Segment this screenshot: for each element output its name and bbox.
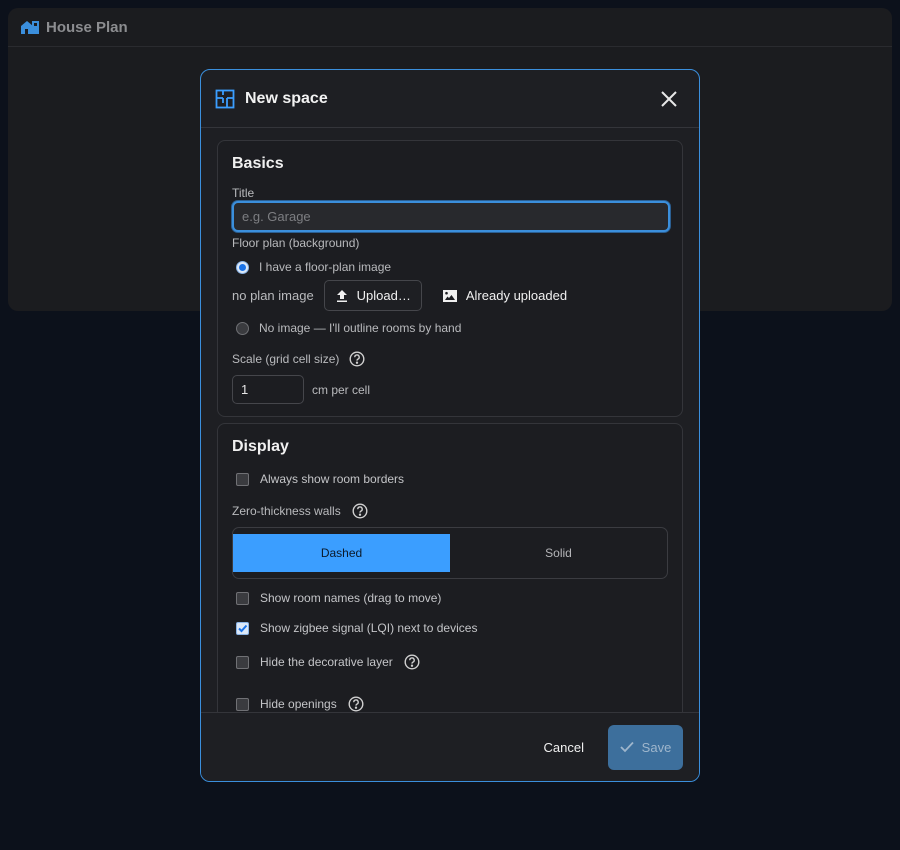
hide-openings-checkbox[interactable] <box>236 697 249 711</box>
check-icon <box>620 741 634 753</box>
zero-walls-label: Zero-thickness walls <box>232 504 341 518</box>
option-image-radio[interactable] <box>236 260 249 274</box>
seg-dashed[interactable]: Dashed <box>233 534 450 572</box>
help-icon[interactable] <box>349 351 365 367</box>
dialog-title: New space <box>245 89 328 107</box>
option-no-image-row[interactable]: No image — I'll outline rooms by hand <box>232 321 668 335</box>
scale-input[interactable] <box>232 375 304 404</box>
no-plan-text: no plan image <box>232 288 314 303</box>
scale-row: cm per cell <box>232 375 668 404</box>
zero-walls-label-row: Zero-thickness walls <box>232 503 668 519</box>
wall-style-toggle: Dashed Solid <box>232 527 668 579</box>
option-no-image-label: No image — I'll outline rooms by hand <box>259 321 462 335</box>
upload-icon <box>336 289 347 302</box>
always-show-borders-label: Always show room borders <box>260 472 405 486</box>
already-uploaded-label: Already uploaded <box>465 288 568 303</box>
scale-unit: cm per cell <box>312 382 371 397</box>
floor-plan-icon <box>215 89 235 109</box>
seg-solid[interactable]: Solid <box>450 534 667 572</box>
show-zigbee-row[interactable]: Show zigbee signal (LQI) next to devices <box>232 621 668 635</box>
floorplan-label: Floor plan (background) <box>232 236 360 250</box>
upload-row: no plan image Upload… Already uploaded <box>232 280 668 311</box>
upload-label: Upload… <box>356 288 411 303</box>
show-room-names-checkbox[interactable] <box>236 591 249 605</box>
basics-heading: Basics <box>232 155 284 172</box>
hide-openings-row[interactable]: Hide openings <box>232 696 668 712</box>
show-room-names-row[interactable]: Show room names (drag to move) <box>232 591 668 605</box>
display-heading: Display <box>232 438 289 455</box>
dialog-body[interactable]: Basics Title Floor plan (background) I h… <box>201 129 699 713</box>
hide-decorative-label: Hide the decorative layer <box>260 655 393 669</box>
always-show-borders-checkbox[interactable] <box>236 472 249 486</box>
title-input[interactable] <box>232 201 670 232</box>
show-room-names-label: Show room names (drag to move) <box>260 591 442 605</box>
help-icon[interactable] <box>348 696 364 712</box>
show-zigbee-label: Show zigbee signal (LQI) next to devices <box>260 621 478 635</box>
scale-label: Scale (grid cell size) <box>232 352 340 366</box>
app-header: House Plan <box>8 8 892 47</box>
new-space-dialog: New space Basics Title Floor plan (backg… <box>200 69 700 782</box>
close-icon <box>661 90 677 107</box>
check-icon <box>238 624 248 632</box>
hide-openings-label: Hide openings <box>260 697 337 711</box>
save-label: Save <box>641 739 672 755</box>
always-show-borders-row[interactable]: Always show room borders <box>232 472 668 486</box>
dialog-footer: Cancel Save <box>201 712 699 781</box>
hide-decorative-row[interactable]: Hide the decorative layer <box>232 654 668 670</box>
hide-decorative-checkbox[interactable] <box>236 655 249 669</box>
dialog-header: New space <box>201 70 699 128</box>
show-zigbee-checkbox[interactable] <box>236 621 249 635</box>
help-icon[interactable] <box>352 503 368 519</box>
help-icon[interactable] <box>404 654 420 670</box>
close-button[interactable] <box>657 87 681 111</box>
scale-label-row: Scale (grid cell size) <box>232 351 668 367</box>
display-section: Display Always show room borders Zero-th… <box>217 423 683 713</box>
option-image-row[interactable]: I have a floor-plan image <box>232 260 668 274</box>
option-image-label: I have a floor-plan image <box>259 260 392 274</box>
image-icon <box>442 289 457 302</box>
option-no-image-radio[interactable] <box>236 321 249 335</box>
house-logo-icon <box>20 19 40 35</box>
upload-button[interactable]: Upload… <box>323 280 422 311</box>
already-uploaded-button[interactable]: Already uploaded <box>432 280 577 311</box>
cancel-button[interactable]: Cancel <box>536 740 592 755</box>
title-label: Title <box>232 186 255 200</box>
save-button[interactable]: Save <box>608 724 683 770</box>
basics-section: Basics Title Floor plan (background) I h… <box>217 140 683 417</box>
app-title: House Plan <box>46 18 128 36</box>
